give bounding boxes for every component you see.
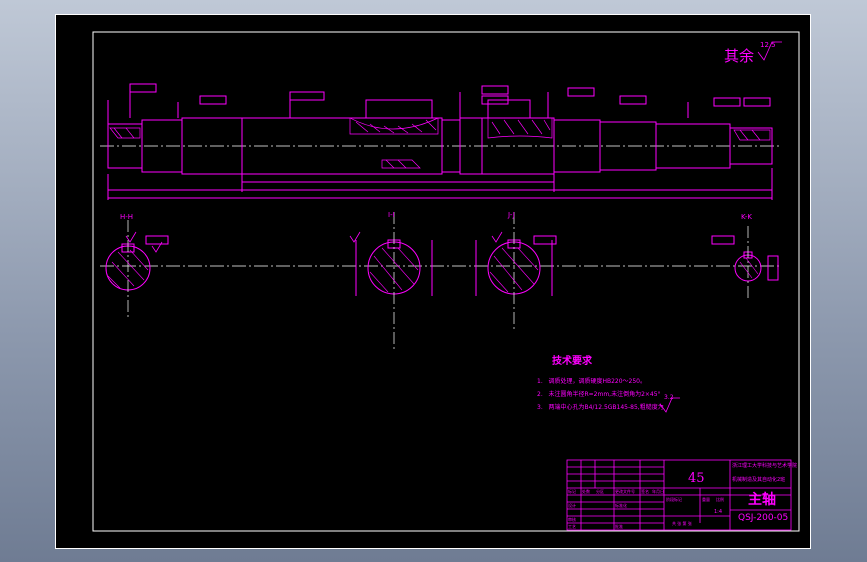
- scale: 1:4: [714, 509, 723, 515]
- tb-label-stage: 阶段标记: [666, 497, 682, 502]
- tb-label-mark: 标记: [568, 489, 576, 494]
- tb-label-review: 审核: [568, 517, 576, 522]
- tech-req-list: 1. 调质处理，调质硬度HB220～250。 2. 未注圆角半径R=2mm,未注…: [537, 375, 664, 414]
- tb-label-count: 处数: [582, 489, 590, 494]
- tech-roughness: 3.2: [664, 394, 674, 401]
- tb-label-change: 更改文件号: [615, 489, 635, 494]
- section-views: [100, 212, 782, 350]
- roughness-note: 其余: [724, 47, 755, 65]
- tb-label-sheets: 共 张 第 张: [672, 521, 692, 526]
- roughness-value: 12.5: [760, 41, 776, 49]
- tb-label-zone: 分区: [596, 489, 604, 494]
- sheet-border: [92, 31, 800, 532]
- section-label-k: K-K: [741, 213, 752, 221]
- tb-label-process: 工艺: [568, 524, 576, 529]
- tb-label-date: 年月日: [652, 489, 664, 494]
- tech-req-item: 2. 未注圆角半径R=2mm,未注倒角为2×45°: [537, 391, 661, 398]
- roughness-symbols: [125, 41, 782, 413]
- tb-label-design: 设计: [568, 503, 576, 508]
- section-label-h: H-H: [120, 213, 134, 221]
- tb-label-sign: 签名: [641, 489, 649, 494]
- section-label-j: J-J: [508, 211, 515, 219]
- tech-req-title: 技术要求: [552, 356, 592, 367]
- tb-label-scale: 比例: [716, 497, 724, 502]
- tb-label-weight: 重量: [702, 497, 710, 502]
- section-hatching: [109, 117, 771, 169]
- school-name: 浙江理工大学科技与艺术学院: [732, 463, 798, 469]
- shaft-profile: [107, 83, 773, 200]
- tech-req-item: 1. 调质处理，调质硬度HB220～250。: [537, 378, 647, 385]
- tb-label-approve: 批准: [615, 524, 623, 529]
- part-name: 主轴: [748, 492, 776, 508]
- section-hatch-lines: [107, 247, 759, 293]
- section-label-i: I-I: [388, 211, 395, 219]
- tb-label-standard: 标准化: [615, 503, 627, 508]
- drawing-number: QSJ-200-05: [738, 513, 789, 523]
- tech-req-item: 3. 两端中心孔为B4/12.5GB145-85,粗糙度为: [537, 404, 664, 411]
- material: 45: [688, 471, 705, 486]
- school-class: 机械制造及其自动化2班: [732, 477, 786, 483]
